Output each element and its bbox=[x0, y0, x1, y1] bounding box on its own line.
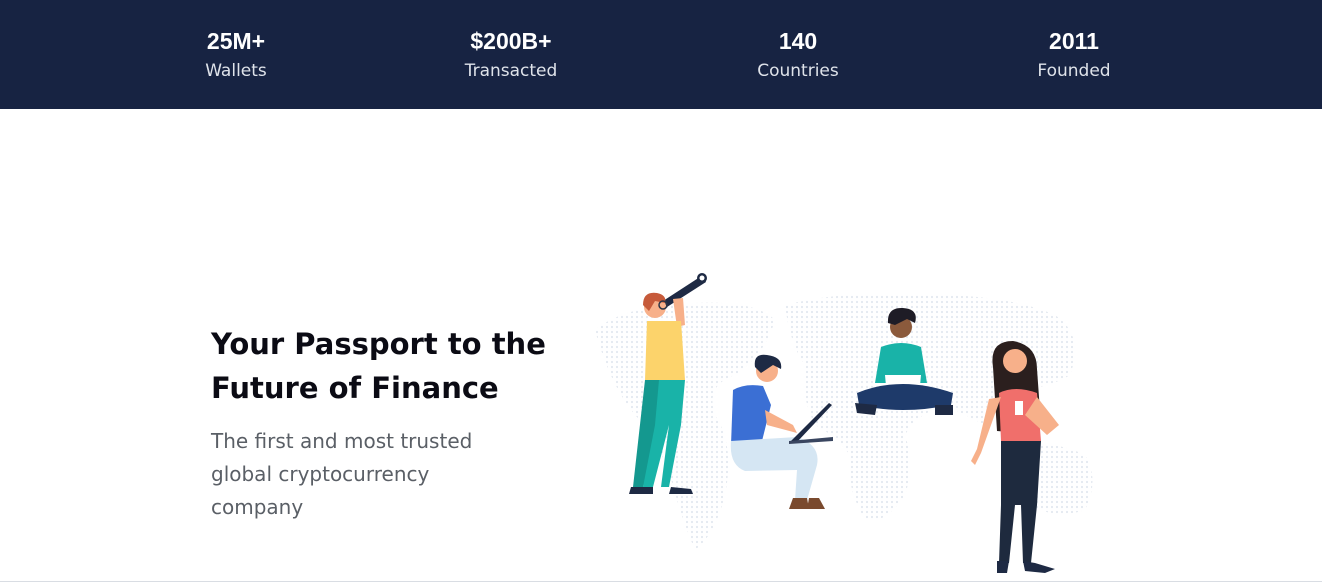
stat-label: Transacted bbox=[464, 61, 558, 81]
section-divider bbox=[0, 581, 1322, 582]
stat-wallets: 25M+ Wallets bbox=[126, 26, 346, 86]
stat-countries: 140 Countries bbox=[688, 26, 908, 86]
stat-value: 25M+ bbox=[206, 28, 266, 54]
stat-label: Wallets bbox=[205, 61, 267, 81]
hero-illustration bbox=[595, 273, 1093, 573]
hero-subtitle-line: The first and most trusted bbox=[211, 429, 473, 453]
hero-title-line: Future of Finance bbox=[211, 371, 499, 405]
hero-subtitle-line: global cryptocurrency bbox=[211, 462, 430, 486]
hero-title: Your Passport to the Future of Finance bbox=[211, 322, 611, 410]
hero-subtitle: The first and most trusted global crypto… bbox=[211, 425, 531, 524]
stats-bar: 25M+ Wallets $200B+ Transacted 140 Count… bbox=[0, 0, 1322, 109]
stat-label: Countries bbox=[757, 61, 839, 81]
hero-title-line: Your Passport to the bbox=[211, 327, 546, 361]
stat-label: Founded bbox=[1037, 61, 1111, 81]
hero-subtitle-line: company bbox=[211, 495, 304, 519]
stat-founded: 2011 Founded bbox=[964, 26, 1184, 86]
stat-value: 2011 bbox=[1049, 28, 1099, 54]
stat-transacted: $200B+ Transacted bbox=[401, 26, 621, 86]
stat-value: 140 bbox=[778, 28, 818, 54]
stat-value: $200B+ bbox=[470, 28, 552, 54]
